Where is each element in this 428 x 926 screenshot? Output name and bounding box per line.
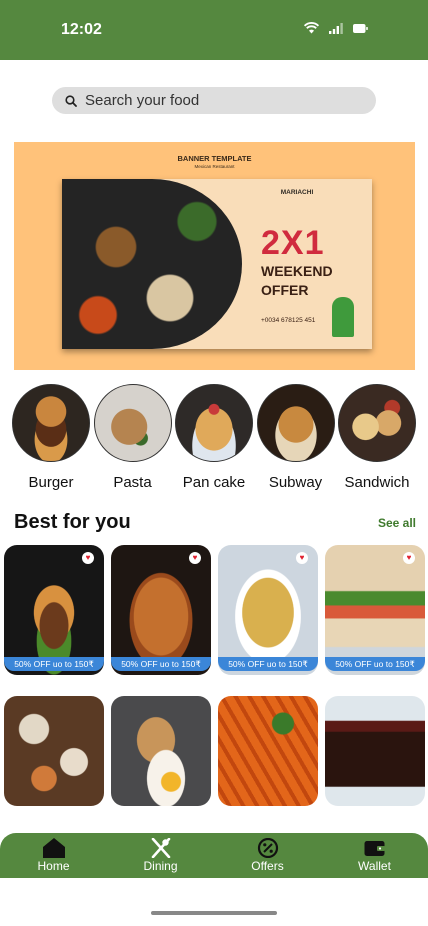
search-icon xyxy=(65,94,77,107)
category-sandwich[interactable]: Sandwich xyxy=(338,384,416,491)
promo-banner[interactable]: BANNER TEMPLATE Mexican Restaurant MARIA… xyxy=(14,142,415,370)
food-row xyxy=(4,696,426,806)
heart-icon[interactable]: ♥ xyxy=(189,552,201,564)
food-card[interactable] xyxy=(325,696,425,806)
food-card[interactable]: ♥ 50% OFF uo to 150₹ xyxy=(325,545,425,675)
food-card[interactable]: ♥ 50% OFF uo to 150₹ xyxy=(4,545,104,675)
category-burger[interactable]: Burger xyxy=(12,384,90,491)
food-grid: ♥ 50% OFF uo to 150₹ ♥ 50% OFF uo to 150… xyxy=(4,545,426,806)
search-input[interactable] xyxy=(85,92,355,109)
banner-subheading: Mexican Restaurant xyxy=(194,164,235,169)
category-subway[interactable]: Subway xyxy=(256,384,335,491)
bottom-nav: Home Dining Offers Wallet xyxy=(0,833,428,878)
food-card[interactable]: ♥ 50% OFF uo to 150₹ xyxy=(111,545,211,675)
category-image xyxy=(93,384,172,462)
section-title: Best for you xyxy=(14,511,131,533)
nav-label: Offers xyxy=(251,859,284,873)
category-image xyxy=(256,384,335,462)
banner-card: MARIACHI 2X1 WEEKEND OFFER +0034 678125 … xyxy=(62,179,372,349)
category-image xyxy=(338,384,416,462)
cactus-illustration xyxy=(332,297,354,337)
food-card[interactable] xyxy=(111,696,211,806)
heart-icon[interactable]: ♥ xyxy=(296,552,308,564)
food-card[interactable] xyxy=(4,696,104,806)
category-label: Pan cake xyxy=(182,474,246,491)
wifi-icon xyxy=(304,22,319,34)
category-label: Sandwich xyxy=(344,474,410,491)
banner-brand-logo: MARIACHI xyxy=(280,189,314,196)
heart-icon[interactable]: ♥ xyxy=(403,552,415,564)
nav-dining[interactable]: Dining xyxy=(107,833,214,878)
wallet-icon xyxy=(364,841,385,856)
category-image xyxy=(12,384,90,462)
food-card[interactable] xyxy=(218,696,318,806)
banner-line1: WEEKEND xyxy=(261,263,333,279)
dining-icon xyxy=(151,838,170,858)
category-list: Burger Pasta Pan cake Subway Sandwich xyxy=(12,384,416,491)
banner-big-text: 2X1 xyxy=(261,224,325,262)
category-image xyxy=(175,384,253,462)
nav-wallet[interactable]: Wallet xyxy=(321,833,428,878)
offer-badge: 50% OFF uo to 150₹ xyxy=(325,657,425,671)
food-card[interactable]: ♥ 50% OFF uo to 150₹ xyxy=(218,545,318,675)
category-pasta[interactable]: Pasta xyxy=(93,384,172,491)
nav-offers[interactable]: Offers xyxy=(214,833,321,878)
home-icon xyxy=(42,838,65,858)
battery-icon xyxy=(353,23,368,33)
search-bar[interactable] xyxy=(52,87,376,114)
banner-heading: BANNER TEMPLATE xyxy=(177,154,252,163)
home-indicator xyxy=(151,911,277,915)
category-label: Subway xyxy=(268,474,323,491)
banner-phone: +0034 678125 451 xyxy=(261,317,316,324)
heart-icon[interactable]: ♥ xyxy=(82,552,94,564)
status-time: 12:02 xyxy=(61,21,102,38)
offer-badge: 50% OFF uo to 150₹ xyxy=(4,657,104,671)
offer-badge: 50% OFF uo to 150₹ xyxy=(218,657,318,671)
nav-label: Dining xyxy=(143,859,178,873)
offer-badge: 50% OFF uo to 150₹ xyxy=(111,657,211,671)
status-icons xyxy=(304,22,368,34)
signal-icon xyxy=(329,22,343,34)
food-row: ♥ 50% OFF uo to 150₹ ♥ 50% OFF uo to 150… xyxy=(4,545,426,675)
see-all-link[interactable]: See all xyxy=(378,516,416,530)
status-bar: 12:02 xyxy=(0,0,428,60)
nav-label: Home xyxy=(37,859,70,873)
category-label: Burger xyxy=(28,474,74,491)
nav-label: Wallet xyxy=(358,859,391,873)
banner-food-image xyxy=(62,179,242,349)
nav-home[interactable]: Home xyxy=(0,833,107,878)
offers-icon xyxy=(257,838,278,858)
category-label: Pasta xyxy=(113,474,152,491)
category-pancake[interactable]: Pan cake xyxy=(175,384,253,491)
banner-line2: OFFER xyxy=(261,282,309,298)
